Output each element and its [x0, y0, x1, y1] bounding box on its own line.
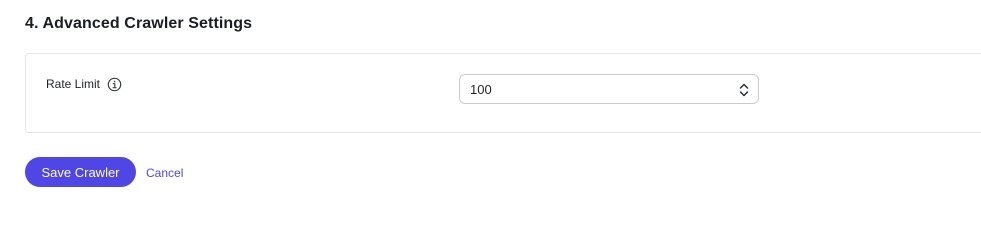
cancel-link[interactable]: Cancel — [146, 166, 183, 180]
rate-limit-label-row: Rate Limit — [46, 76, 122, 92]
chevron-up-down-icon — [739, 83, 749, 97]
crawler-settings-page: 4. Advanced Crawler Settings Rate Limit … — [0, 0, 981, 210]
rate-limit-label: Rate Limit — [46, 77, 101, 91]
rate-limit-value: 100 — [470, 81, 492, 97]
section-title: 4. Advanced Crawler Settings — [25, 15, 253, 32]
advanced-settings-panel: Rate Limit 100 — [25, 53, 981, 133]
save-crawler-button[interactable]: Save Crawler — [25, 157, 136, 187]
rate-limit-select[interactable]: 100 — [459, 74, 759, 104]
info-circle-icon[interactable] — [106, 76, 122, 92]
